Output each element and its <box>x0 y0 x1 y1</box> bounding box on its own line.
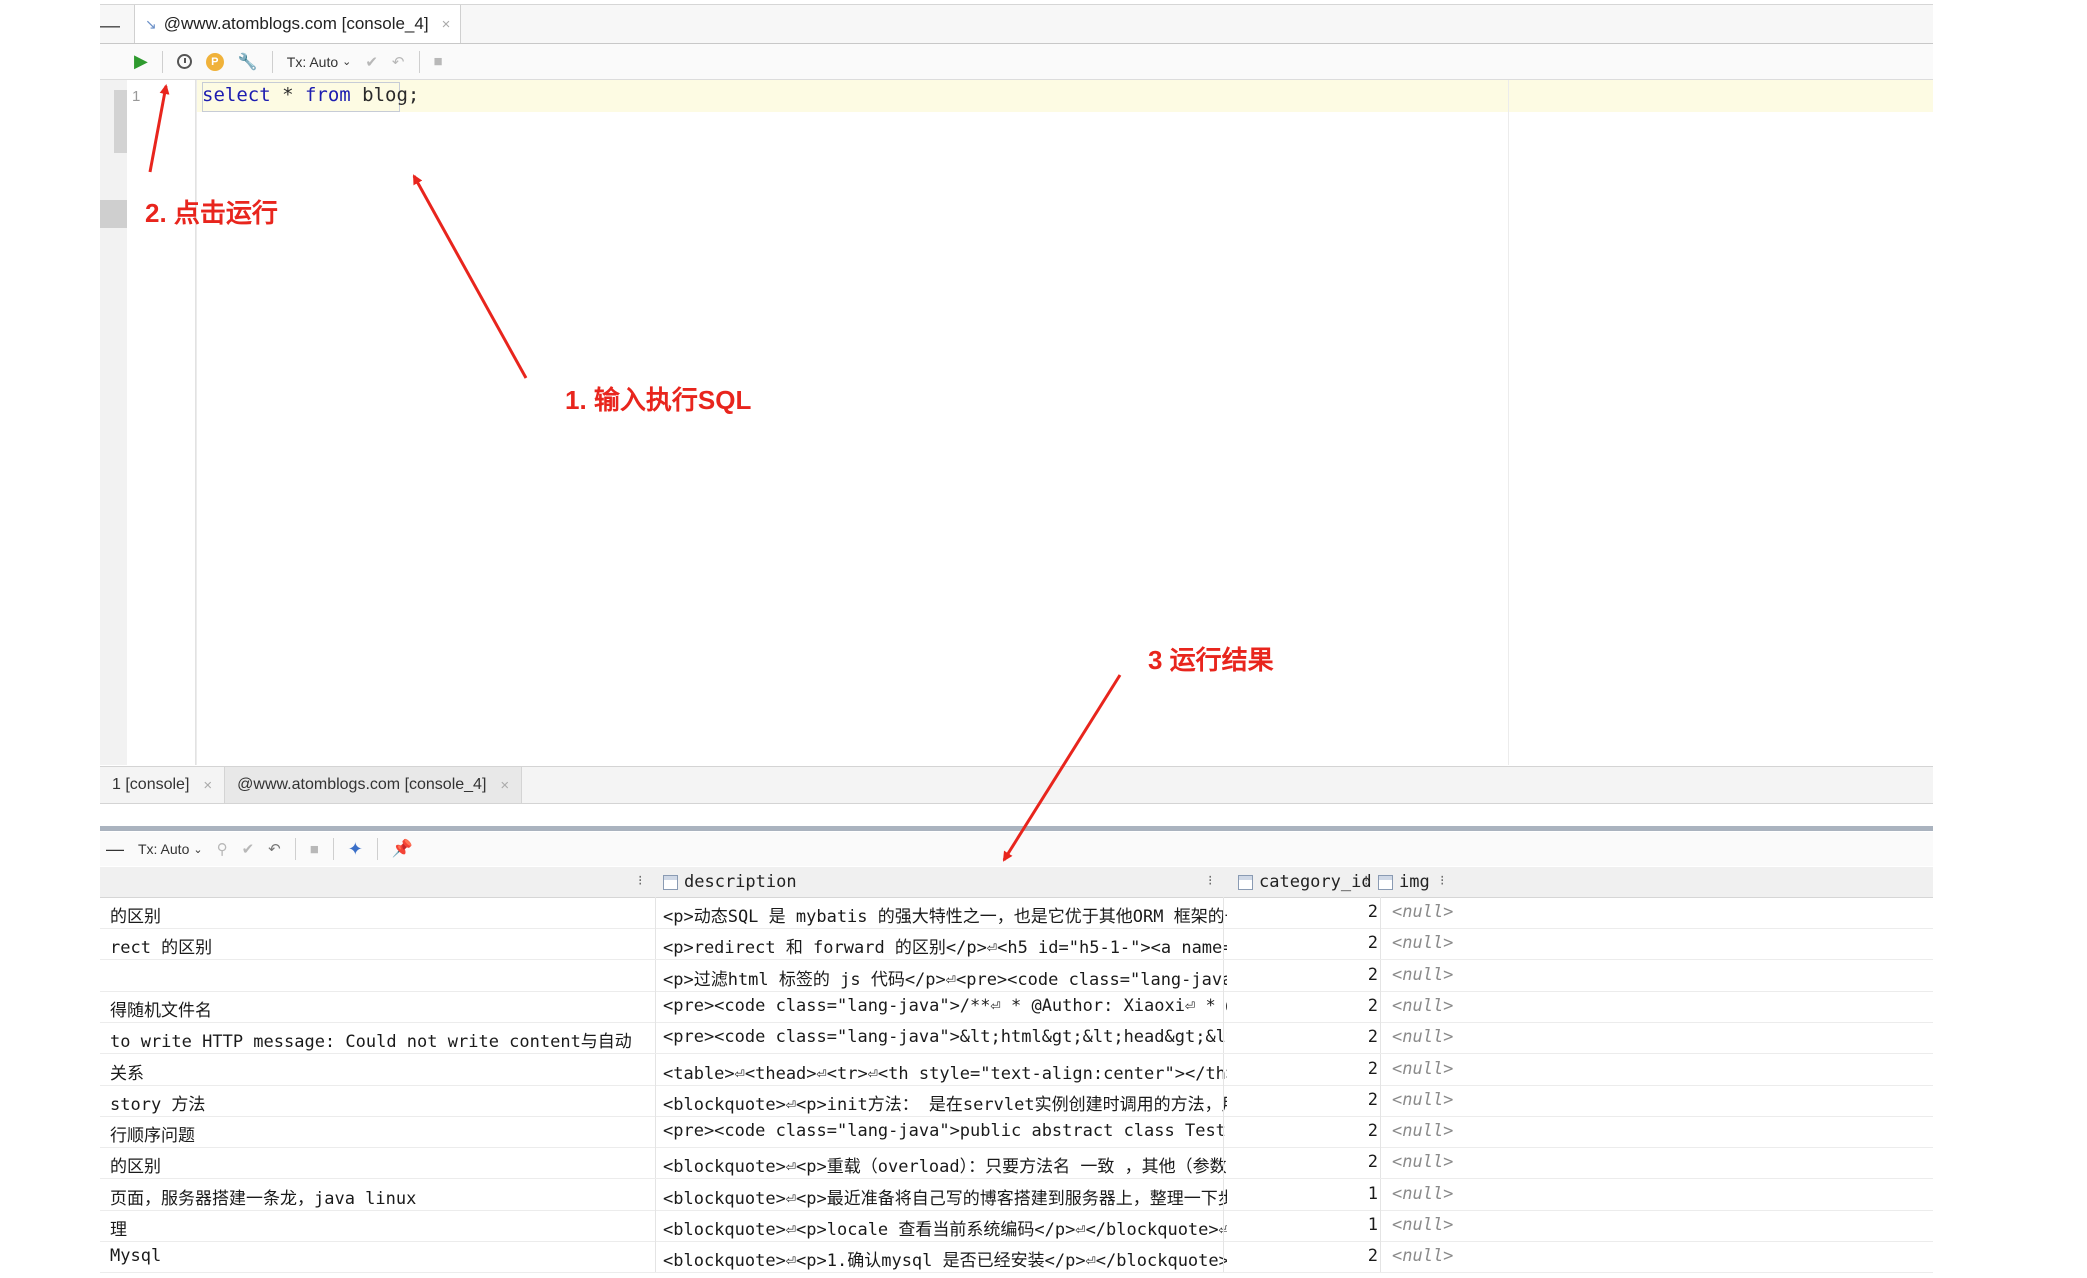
annotation-arrows <box>148 84 1122 862</box>
arrow-to-results <box>1002 674 1122 862</box>
arrow-to-editor <box>412 174 528 379</box>
arrow-to-run-button <box>148 84 170 173</box>
